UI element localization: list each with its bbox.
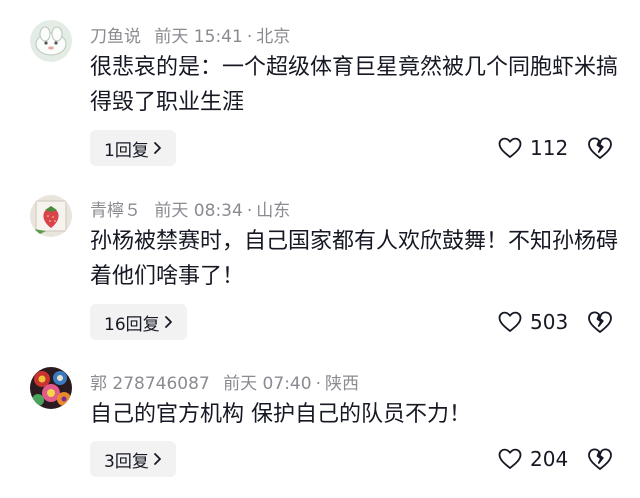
comment-time: 前天 07:40 xyxy=(223,374,312,394)
strawberry-avatar-icon xyxy=(30,195,72,237)
white-creature-avatar-icon xyxy=(30,20,72,62)
dislike-button[interactable] xyxy=(586,304,614,340)
separator: · xyxy=(246,201,253,221)
broken-heart-icon xyxy=(588,311,612,333)
chevron-right-icon xyxy=(153,453,161,465)
like-button[interactable]: 204 xyxy=(498,441,568,477)
like-count: 204 xyxy=(530,447,569,471)
separator: · xyxy=(246,27,253,47)
comment-text[interactable]: 自己的官方机构 保护自己的队员不力！ xyxy=(90,397,620,432)
comment-meta: 刀鱼说 前天 15:41 · 北京 xyxy=(90,22,290,47)
like-button[interactable]: 503 xyxy=(498,304,568,340)
comment-location: 北京 xyxy=(256,27,291,47)
comment-meta: 青檸５ 前天 08:34 · 山东 xyxy=(90,196,290,221)
comment-item: 郭 278746087 前天 07:40 · 陕西 自己的官方机构 保护自己的队员不… xyxy=(0,345,640,498)
comment-item: 青檸５ 前天 08:34 · 山东 孙杨被禁赛时，自己国家都有人欢欣鼓舞！不知孙杨碍… xyxy=(0,170,640,345)
chevron-right-icon xyxy=(164,316,172,328)
heart-icon xyxy=(498,448,522,469)
like-button[interactable]: 112 xyxy=(498,130,568,166)
avatar[interactable] xyxy=(30,20,72,62)
comment-text[interactable]: 很悲哀的是：一个超级体育巨星竟然被几个同胞虾米搞得毁了职业生涯 xyxy=(90,50,620,120)
dislike-button[interactable] xyxy=(586,441,614,477)
username[interactable]: 刀鱼说 xyxy=(90,27,141,47)
replies-label: 3回复 xyxy=(104,451,149,472)
avatar[interactable] xyxy=(30,367,72,409)
view-replies-button[interactable]: 3回复 xyxy=(90,441,176,477)
avatar[interactable] xyxy=(30,195,72,237)
comment-meta: 郭 278746087 前天 07:40 · 陕西 xyxy=(90,369,359,394)
comment-time: 前天 08:34 xyxy=(154,201,243,221)
replies-label: 1回复 xyxy=(104,140,149,161)
view-replies-button[interactable]: 16回复 xyxy=(90,304,187,340)
comment-item: 刀鱼说 前天 15:41 · 北京 很悲哀的是：一个超级体育巨星竟然被几个同胞虾米搞… xyxy=(0,0,640,170)
chevron-right-icon xyxy=(153,142,161,154)
comment-text[interactable]: 孙杨被禁赛时，自己国家都有人欢欣鼓舞！不知孙杨碍着他们啥事了！ xyxy=(90,224,620,294)
dislike-button[interactable] xyxy=(586,130,614,166)
username[interactable]: 青檸５ xyxy=(90,201,141,221)
heart-icon xyxy=(498,137,522,158)
broken-heart-icon xyxy=(588,448,612,470)
username[interactable]: 郭 278746087 xyxy=(90,374,210,394)
replies-label: 16回复 xyxy=(104,314,160,335)
comment-location: 山东 xyxy=(256,201,291,221)
comment-time: 前天 15:41 xyxy=(154,27,243,47)
broken-heart-icon xyxy=(588,137,612,159)
like-count: 112 xyxy=(530,136,569,160)
like-count: 503 xyxy=(530,310,569,334)
view-replies-button[interactable]: 1回复 xyxy=(90,130,176,166)
comment-location: 陕西 xyxy=(324,374,359,394)
separator: · xyxy=(315,374,321,394)
floral-pattern-avatar-icon xyxy=(30,367,72,409)
heart-icon xyxy=(498,311,522,332)
